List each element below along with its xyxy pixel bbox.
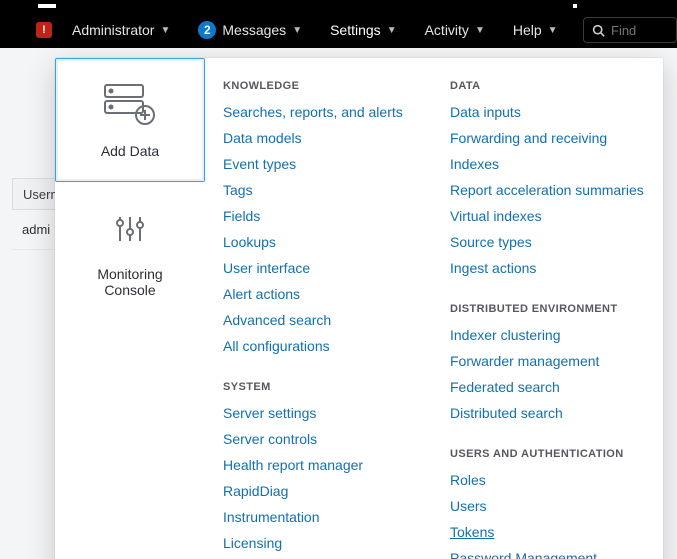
section-users-auth-links: RolesUsersTokensPassword ManagementAuthe… (450, 470, 647, 559)
alert-icon[interactable]: ! (36, 22, 52, 38)
menu-link[interactable]: Data models (223, 128, 420, 149)
menu-link[interactable]: Fields (223, 206, 420, 227)
menu-link[interactable]: Alert actions (223, 284, 420, 305)
menu-link[interactable]: Users (450, 496, 647, 517)
section-data-heading: DATA (450, 80, 647, 92)
mega-col-left: KNOWLEDGE Searches, reports, and alerts D… (223, 80, 420, 559)
menu-link[interactable]: Advanced search (223, 310, 420, 331)
menu-link[interactable]: Forwarder management (450, 351, 647, 372)
menu-link[interactable]: Data inputs (450, 102, 647, 123)
menu-link[interactable]: Event types (223, 154, 420, 175)
mega-left-column: Add Data Monitoring Console (55, 58, 205, 559)
add-data-icon (101, 83, 159, 129)
administrator-menu[interactable]: Administrator ▼ (58, 12, 184, 48)
activity-label: Activity (425, 22, 469, 38)
menu-link[interactable]: Password Management (450, 548, 647, 559)
menu-link[interactable]: Federated search (450, 377, 647, 398)
monitoring-console-label-2: Console (97, 282, 162, 298)
help-menu[interactable]: Help ▼ (499, 12, 572, 48)
menu-link[interactable]: Instrumentation (223, 507, 420, 528)
section-distributed-heading: DISTRIBUTED ENVIRONMENT (450, 303, 647, 315)
settings-menu[interactable]: Settings ▼ (316, 12, 411, 48)
section-users-auth-heading: USERS AND AUTHENTICATION (450, 448, 647, 460)
find-searchbox[interactable] (583, 17, 677, 43)
menu-link[interactable]: Licensing (223, 533, 420, 554)
section-system-heading: SYSTEM (223, 381, 420, 393)
menu-link[interactable]: Tags (223, 180, 420, 201)
menu-link[interactable]: Source types (450, 232, 647, 253)
menu-link[interactable]: Roles (450, 470, 647, 491)
activity-menu[interactable]: Activity ▼ (411, 12, 499, 48)
menu-link[interactable]: Distributed search (450, 403, 647, 424)
monitoring-console-label-1: Monitoring (97, 266, 162, 282)
top-navbar: ! Administrator ▼ 2 Messages ▼ Settings … (0, 12, 677, 48)
caret-down-icon: ▼ (387, 25, 397, 36)
menu-link[interactable]: Indexes (450, 154, 647, 175)
menu-link[interactable]: Ingest actions (450, 258, 647, 279)
caret-down-icon: ▼ (475, 25, 485, 36)
page-background: Usern ♦ admi Add Data (0, 48, 677, 559)
caret-down-icon: ▼ (292, 25, 302, 36)
menu-link[interactable]: Tokens (450, 522, 647, 543)
menu-link[interactable]: User interface (223, 258, 420, 279)
section-data-links: Data inputs Forwarding and receiving Index… (450, 102, 647, 279)
add-data-tile[interactable]: Add Data (55, 58, 205, 182)
section-knowledge-heading: KNOWLEDGE (223, 80, 420, 92)
administrator-label: Administrator (72, 22, 154, 38)
menu-link[interactable]: Server controls (223, 429, 420, 450)
menu-link[interactable]: Health report manager (223, 455, 420, 476)
cell-username: admi (22, 222, 50, 237)
messages-menu[interactable]: 2 Messages ▼ (184, 12, 316, 48)
menu-link[interactable]: Report acceleration summaries (450, 180, 647, 201)
menu-link[interactable]: RapidDiag (223, 481, 420, 502)
section-distributed-links: Indexer clustering Forwarder management Fe… (450, 325, 647, 424)
monitoring-console-tile[interactable]: Monitoring Console (55, 182, 205, 320)
section-knowledge-links: Searches, reports, and alerts Data models… (223, 102, 420, 357)
menu-link[interactable]: Indexer clustering (450, 325, 647, 346)
menu-link[interactable]: Virtual indexes (450, 206, 647, 227)
menu-link[interactable]: All configurations (223, 336, 420, 357)
menu-link[interactable]: Lookups (223, 232, 420, 253)
messages-count-badge: 2 (198, 21, 216, 39)
col-username-header: Usern (23, 187, 58, 202)
settings-label: Settings (330, 22, 381, 38)
messages-label: Messages (222, 22, 286, 38)
search-icon (592, 24, 605, 37)
settings-mega-menu: Add Data Monitoring Console (55, 58, 663, 559)
mega-col-right: DATA Data inputs Forwarding and receiving… (450, 80, 647, 559)
find-input[interactable] (611, 23, 659, 38)
menu-link[interactable]: Server settings (223, 403, 420, 424)
section-system-links: Server settings Server controls Health rep… (223, 403, 420, 559)
menu-link[interactable]: Forwarding and receiving (450, 128, 647, 149)
help-label: Help (513, 22, 542, 38)
caret-down-icon: ▼ (160, 25, 170, 36)
add-data-label: Add Data (101, 143, 159, 159)
caret-down-icon: ▼ (548, 25, 558, 36)
monitoring-console-icon (113, 206, 147, 252)
menu-link[interactable]: Searches, reports, and alerts (223, 102, 420, 123)
